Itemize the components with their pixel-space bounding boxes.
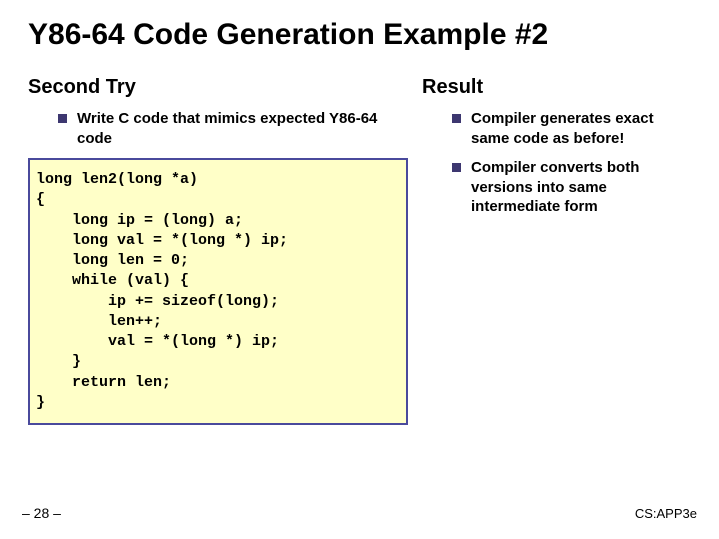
code-content: long len2(long *a) { long ip = (long) a;… (36, 170, 400, 413)
slide-title: Y86-64 Code Generation Example #2 (28, 18, 691, 52)
list-item: Compiler converts both versions into sam… (452, 158, 691, 217)
list-item: Compiler generates exact same code as be… (452, 109, 691, 148)
left-heading: Second Try (28, 76, 398, 99)
right-column: Result Compiler generates exact same cod… (422, 76, 691, 425)
page-number: – 28 – (22, 505, 61, 521)
bullet-icon (58, 114, 67, 123)
code-box: long len2(long *a) { long ip = (long) a;… (28, 158, 408, 425)
bullet-text: Write C code that mimics expected Y86-64… (77, 109, 398, 148)
footer-label: CS:APP3e (635, 506, 697, 521)
bullet-text: Compiler converts both versions into sam… (471, 158, 691, 217)
bullet-icon (452, 114, 461, 123)
content-columns: Second Try Write C code that mimics expe… (28, 76, 691, 425)
bullet-icon (452, 163, 461, 172)
left-column: Second Try Write C code that mimics expe… (28, 76, 398, 425)
right-heading: Result (422, 76, 691, 99)
list-item: Write C code that mimics expected Y86-64… (58, 109, 398, 148)
bullet-text: Compiler generates exact same code as be… (471, 109, 691, 148)
